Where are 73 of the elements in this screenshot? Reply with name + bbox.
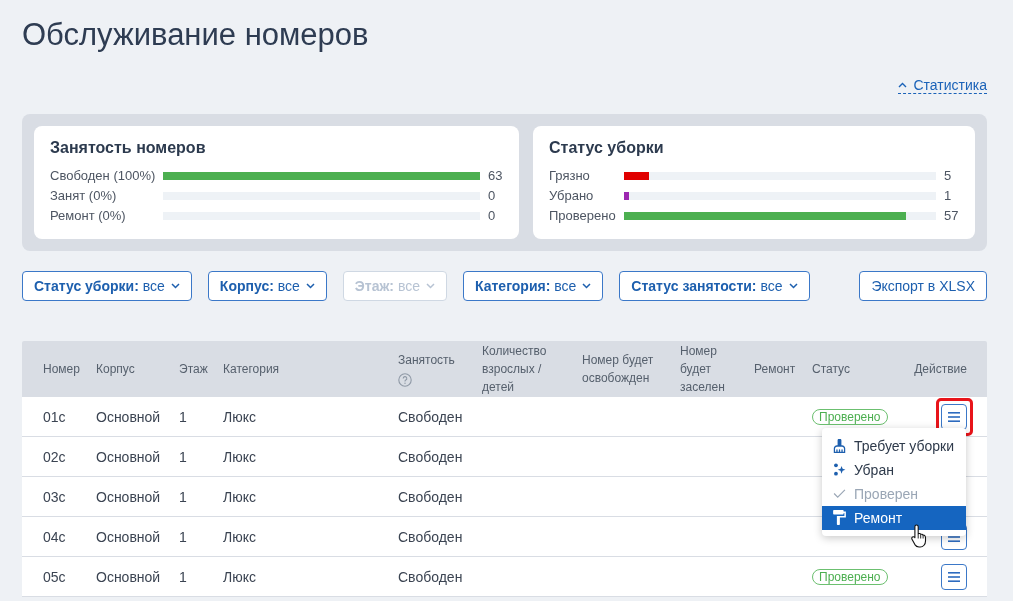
stat-label: Убрано: [549, 187, 594, 205]
stat-count: 5: [944, 167, 953, 185]
stat-label: Грязно: [549, 167, 590, 185]
broom-icon: [833, 438, 846, 453]
table-cell: Свободен: [398, 527, 463, 546]
stat-label: Занят (0%): [50, 187, 117, 205]
filter-dropdown[interactable]: Категория: все: [463, 271, 604, 301]
menu-icon: [948, 571, 960, 582]
sparkle-icon: [833, 463, 846, 476]
table-cell: 02c: [43, 447, 66, 466]
menu-item[interactable]: Ремонт: [822, 505, 966, 530]
filter-dropdown[interactable]: Корпус: все: [207, 271, 327, 301]
table-cell: 05c: [43, 567, 66, 586]
chevron-down-icon: [582, 283, 592, 289]
chevron-down-icon: [426, 283, 435, 289]
table-cell: 1: [179, 527, 187, 546]
stat-count: 1: [944, 187, 953, 205]
stat-count: 0: [488, 187, 497, 205]
column-header: Этаж: [179, 361, 208, 378]
statistics-toggle-link[interactable]: Статистика: [898, 77, 987, 94]
table-cell: 1: [179, 487, 187, 506]
table-cell: Основной: [96, 567, 161, 586]
column-header: Занятость: [398, 352, 455, 369]
table-cell: Люкс: [223, 407, 256, 426]
stat-count: 57: [944, 207, 959, 225]
table-cell: 03c: [43, 487, 66, 506]
menu-button[interactable]: [941, 563, 967, 590]
filter-dropdown[interactable]: Статус занятости: все: [619, 271, 810, 301]
stat-label: Ремонт (0%): [50, 207, 126, 225]
table-cell: Свободен: [398, 407, 463, 426]
table-cell: Люкс: [223, 527, 256, 546]
column-header: Статус: [812, 361, 850, 378]
menu-button[interactable]: [941, 403, 967, 430]
paint-roller-icon: [833, 510, 846, 525]
column-header: Номер: [43, 361, 80, 378]
chevron-down-icon: [170, 283, 180, 289]
column-header: Действие: [914, 361, 967, 378]
table-cell: 1: [179, 567, 187, 586]
table-cell: Люкс: [223, 487, 256, 506]
table-cell: Основной: [96, 527, 161, 546]
table-cell: 1: [179, 447, 187, 466]
table-cell: 01c: [43, 407, 66, 426]
table-cell: Люкс: [223, 447, 256, 466]
chevron-down-icon: [788, 283, 798, 289]
table-cell: Основной: [96, 487, 161, 506]
column-header: Номер будет освобожден: [582, 352, 655, 387]
column-header: Корпус: [96, 361, 135, 378]
table-cell: Люкс: [223, 567, 256, 586]
table-cell: 04c: [43, 527, 66, 546]
column-header: Номер будет заселен: [680, 343, 726, 396]
table-cell: Свободен: [398, 447, 463, 466]
stat-count: 0: [488, 207, 497, 225]
table-cell: Свободен: [398, 487, 463, 506]
menu-icon: [948, 411, 960, 422]
table-cell: Основной: [96, 407, 161, 426]
table-cell: Основной: [96, 447, 161, 466]
column-header: Количество взрослых / детей: [482, 343, 548, 396]
menu-item[interactable]: Убран: [822, 457, 966, 482]
column-header: Ремонт: [754, 361, 796, 378]
card-title: Статус уборки: [549, 138, 664, 158]
table-cell: 1: [179, 407, 187, 426]
card-title: Занятость номеров: [50, 138, 206, 158]
page-title: Обслуживание номеров: [22, 17, 369, 53]
export-button[interactable]: Экспорт в XLSX: [859, 271, 987, 301]
stat-label: Свободен (100%): [50, 167, 156, 185]
stat-label: Проверено: [549, 207, 616, 225]
chevron-down-icon: [305, 283, 315, 289]
menu-item[interactable]: Требует уборки: [822, 433, 966, 458]
column-header: Категория: [223, 361, 280, 378]
check-icon: [833, 489, 846, 498]
filter-dropdown[interactable]: Статус уборки: все: [22, 271, 192, 301]
table-cell: Свободен: [398, 567, 463, 586]
stat-count: 63: [488, 167, 503, 185]
